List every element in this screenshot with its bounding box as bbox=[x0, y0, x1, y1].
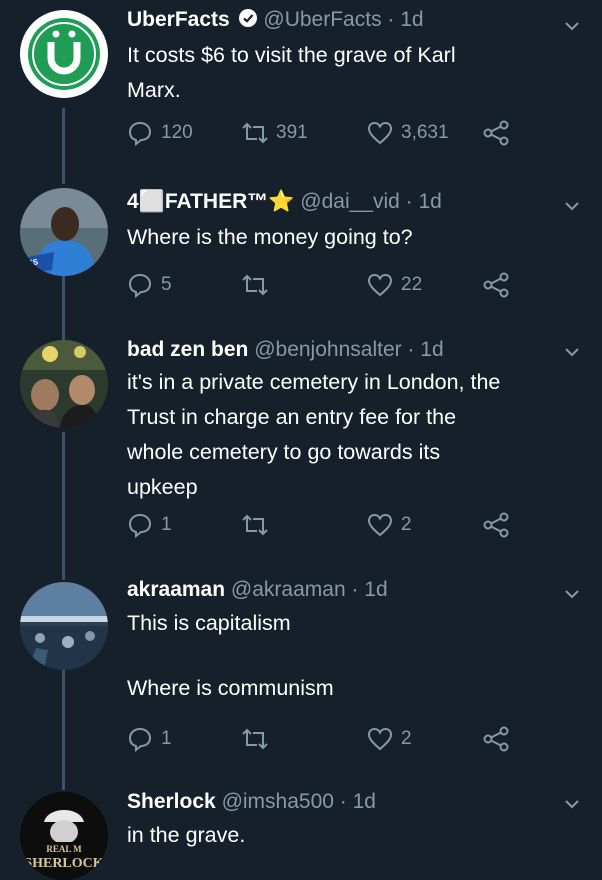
tweet-text: in the grave. bbox=[127, 823, 246, 847]
tweet-text: Where is the money going to? bbox=[127, 225, 413, 249]
retweet-icon bbox=[242, 514, 268, 536]
display-name[interactable]: Sherlock bbox=[127, 790, 216, 813]
handle[interactable]: @UberFacts bbox=[263, 8, 381, 31]
share-icon bbox=[483, 726, 509, 752]
handle[interactable]: @benjohnsalter bbox=[254, 338, 401, 361]
action-bar: 5 22 bbox=[127, 272, 517, 302]
avatar[interactable] bbox=[20, 10, 108, 98]
retweet-button[interactable] bbox=[242, 512, 268, 538]
handle[interactable]: @akraaman bbox=[231, 578, 346, 601]
chevron-down-icon[interactable] bbox=[564, 344, 580, 360]
share-button[interactable] bbox=[483, 120, 509, 146]
action-bar: 1 2 bbox=[127, 512, 517, 542]
like-button[interactable]: 22 bbox=[367, 272, 422, 298]
like-button[interactable]: 3,631 bbox=[367, 120, 449, 146]
tweet[interactable]: REAL M SHERLOCK Sherlock @imsha500 · 1d … bbox=[0, 782, 602, 880]
timestamp[interactable]: · 1d bbox=[387, 8, 423, 31]
avatar-logo-text-top: REAL M bbox=[46, 844, 82, 854]
display-name[interactable]: bad zen ben bbox=[127, 338, 248, 361]
verified-badge-icon bbox=[238, 9, 257, 27]
heart-icon bbox=[367, 273, 393, 297]
timestamp[interactable]: · 1d bbox=[340, 790, 376, 813]
reply-button[interactable]: 1 bbox=[127, 726, 172, 752]
handle[interactable]: @dai__vid bbox=[300, 190, 400, 213]
crowd-photo-icon bbox=[20, 340, 108, 428]
tweet[interactable]: akraaman @akraaman · 1d This is capitali… bbox=[0, 570, 602, 780]
tweet-text: It costs $6 to visit the grave of Karl M… bbox=[127, 43, 456, 102]
heart-icon bbox=[367, 513, 393, 537]
action-bar: 120 391 3,631 bbox=[127, 120, 517, 150]
action-bar: 1 2 bbox=[127, 726, 517, 756]
avatar[interactable] bbox=[20, 340, 108, 428]
uberfacts-logo-icon bbox=[21, 11, 107, 97]
share-icon bbox=[483, 272, 509, 298]
reply-button[interactable]: 1 bbox=[127, 512, 172, 538]
share-button[interactable] bbox=[483, 726, 509, 752]
tweet-text: This is capitalism Where is communism bbox=[127, 611, 334, 700]
chevron-down-icon[interactable] bbox=[564, 198, 580, 214]
chevron-down-icon[interactable] bbox=[564, 586, 580, 602]
like-count: 2 bbox=[401, 514, 412, 535]
like-button[interactable]: 2 bbox=[367, 512, 412, 538]
reply-count: 120 bbox=[161, 122, 193, 143]
reply-icon bbox=[128, 513, 152, 538]
tweet-text: it's in a private cemetery in London, th… bbox=[127, 370, 501, 499]
reply-count: 1 bbox=[161, 728, 172, 749]
reply-button[interactable]: 5 bbox=[127, 272, 172, 298]
reply-icon bbox=[128, 273, 152, 298]
tweet[interactable]: bad zen ben @benjohnsalter · 1d it's in … bbox=[0, 330, 602, 560]
retweet-button[interactable]: 391 bbox=[242, 120, 308, 146]
timestamp[interactable]: · 1d bbox=[351, 578, 387, 601]
chevron-down-icon[interactable] bbox=[564, 796, 580, 812]
retweet-icon bbox=[242, 274, 268, 296]
timestamp[interactable]: · 1d bbox=[406, 190, 442, 213]
retweet-count: 391 bbox=[276, 122, 308, 143]
person-photo-icon: ES bbox=[20, 188, 108, 276]
share-icon bbox=[483, 512, 509, 538]
share-icon bbox=[483, 120, 509, 146]
reply-icon bbox=[128, 727, 152, 752]
reply-icon bbox=[128, 121, 152, 146]
display-name[interactable]: 4⬜FATHER™⭐ bbox=[127, 190, 294, 213]
retweet-button[interactable] bbox=[242, 272, 268, 298]
retweet-icon bbox=[242, 122, 268, 144]
tweet[interactable]: UberFacts @UberFacts · 1d It costs $6 to… bbox=[0, 0, 602, 170]
like-count: 22 bbox=[401, 274, 423, 295]
avatar[interactable]: ES bbox=[20, 188, 108, 276]
handle[interactable]: @imsha500 bbox=[222, 790, 334, 813]
timestamp[interactable]: · 1d bbox=[407, 338, 443, 361]
stadium-photo-icon bbox=[20, 582, 108, 670]
sherlock-logo-icon: REAL M SHERLOCK bbox=[20, 792, 108, 880]
display-name[interactable]: UberFacts bbox=[127, 8, 230, 31]
like-count: 2 bbox=[401, 728, 412, 749]
retweet-button[interactable] bbox=[242, 726, 268, 752]
avatar[interactable] bbox=[20, 582, 108, 670]
display-name[interactable]: akraaman bbox=[127, 578, 225, 601]
reply-count: 1 bbox=[161, 514, 172, 535]
reply-count: 5 bbox=[161, 274, 172, 295]
heart-icon bbox=[367, 727, 393, 751]
share-button[interactable] bbox=[483, 512, 509, 538]
reply-button[interactable]: 120 bbox=[127, 120, 193, 146]
retweet-icon bbox=[242, 728, 268, 750]
tweet[interactable]: ES 4⬜FATHER™⭐ @dai__vid · 1d Where is th… bbox=[0, 180, 602, 330]
heart-icon bbox=[367, 121, 393, 145]
like-button[interactable]: 2 bbox=[367, 726, 412, 752]
share-button[interactable] bbox=[483, 272, 509, 298]
chevron-down-icon[interactable] bbox=[564, 18, 580, 34]
avatar[interactable]: REAL M SHERLOCK bbox=[20, 792, 108, 880]
like-count: 3,631 bbox=[401, 122, 449, 143]
